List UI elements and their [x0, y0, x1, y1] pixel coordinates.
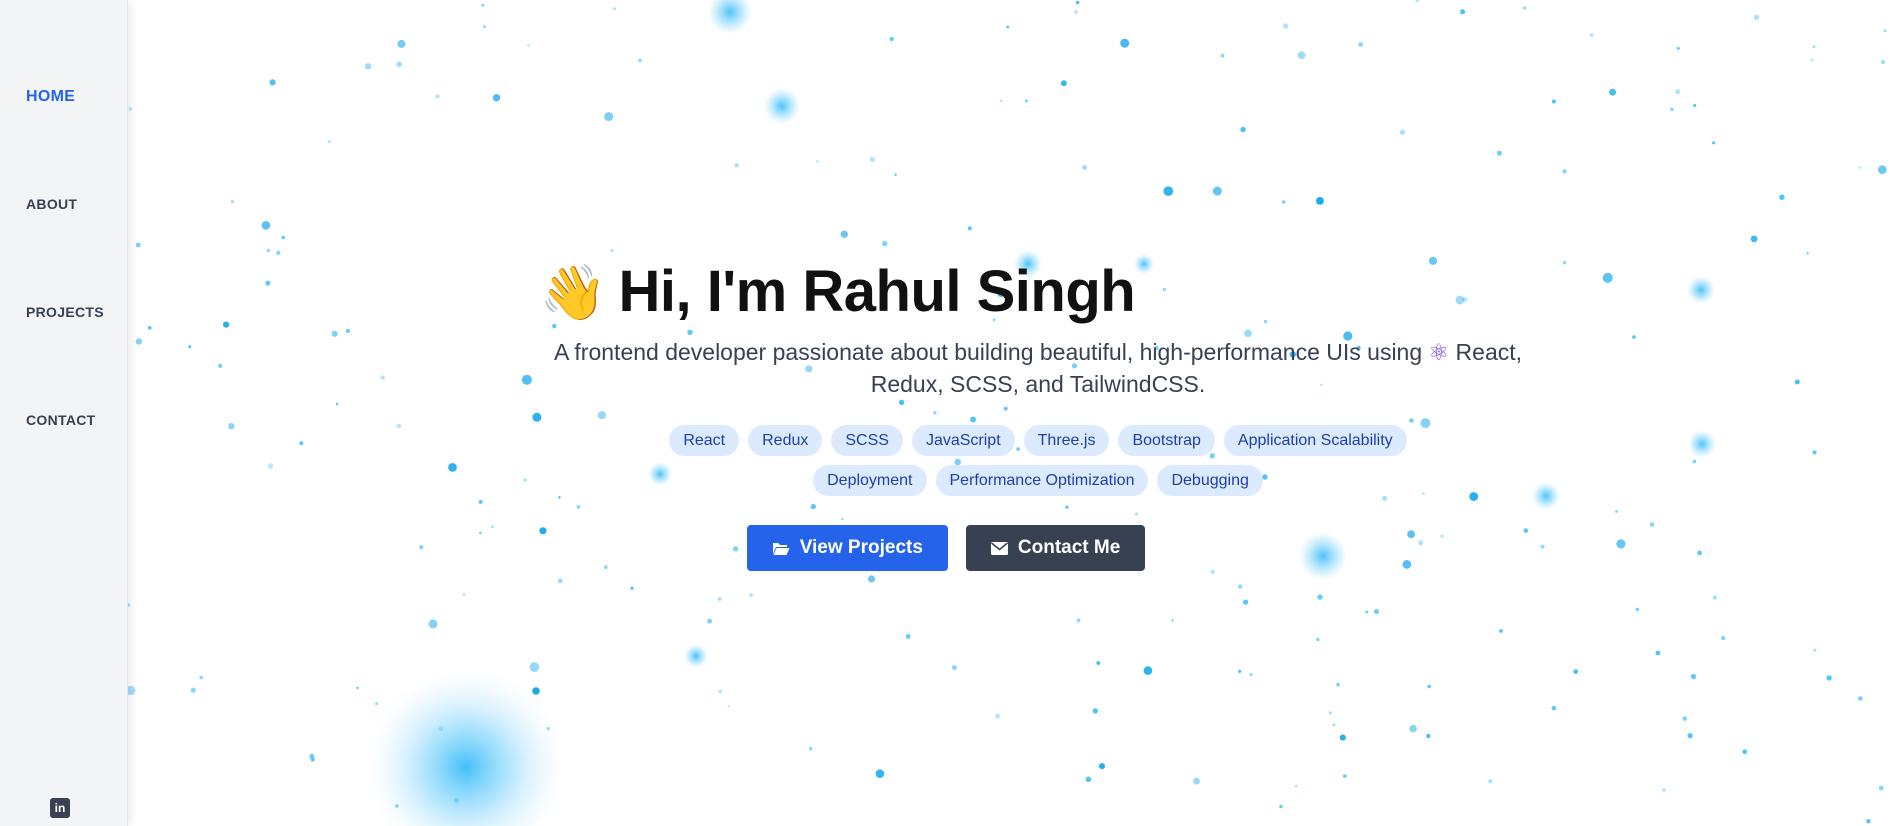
skill-tag: Performance Optimization: [935, 465, 1149, 496]
nav-item-home[interactable]: HOME: [26, 88, 75, 106]
wave-emoji-icon: 👋: [539, 263, 607, 323]
view-projects-label: View Projects: [799, 537, 923, 558]
nav-item-contact[interactable]: CONTACT: [26, 412, 96, 428]
linkedin-icon[interactable]: in: [50, 798, 70, 818]
atom-icon: ⚛: [1428, 339, 1450, 365]
nav-item-projects[interactable]: PROJECTS: [26, 304, 104, 320]
skill-tag: JavaScript: [911, 425, 1015, 456]
sidebar: HOME ABOUT PROJECTS CONTACT in: [0, 0, 128, 826]
nav-item-about[interactable]: ABOUT: [26, 196, 77, 212]
hero-actions: View Projects Contact Me: [128, 525, 1764, 571]
hero-title: 👋 Hi, I'm Rahul Singh: [128, 258, 1547, 325]
skill-tags: React Redux SCSS JavaScript Three.js Boo…: [528, 425, 1548, 496]
skill-tag: Application Scalability: [1223, 425, 1407, 456]
skill-tag: Debugging: [1157, 465, 1263, 496]
view-projects-button[interactable]: View Projects: [746, 525, 948, 571]
hero-section: 👋 Hi, I'm Rahul Singh A frontend develope…: [128, 0, 1894, 826]
hero-subtitle-text: A frontend developer passionate about bu…: [553, 339, 1423, 365]
skill-tag: Redux: [748, 425, 823, 456]
app-root: HOME ABOUT PROJECTS CONTACT in 👋 Hi, I'm …: [0, 0, 1894, 826]
hero-subtitle: A frontend developer passionate about bu…: [528, 336, 1548, 400]
skill-tag: React: [669, 425, 740, 456]
skill-tag: Bootstrap: [1118, 425, 1215, 456]
skill-tag: Deployment: [813, 465, 927, 496]
folder-open-icon: [772, 542, 790, 555]
envelope-icon: [990, 541, 1008, 555]
contact-me-button[interactable]: Contact Me: [965, 525, 1146, 571]
skill-tag: SCSS: [831, 425, 903, 456]
skill-tag: Three.js: [1023, 425, 1110, 456]
contact-me-label: Contact Me: [1017, 537, 1121, 558]
hero-title-text: Hi, I'm Rahul Singh: [618, 259, 1136, 324]
